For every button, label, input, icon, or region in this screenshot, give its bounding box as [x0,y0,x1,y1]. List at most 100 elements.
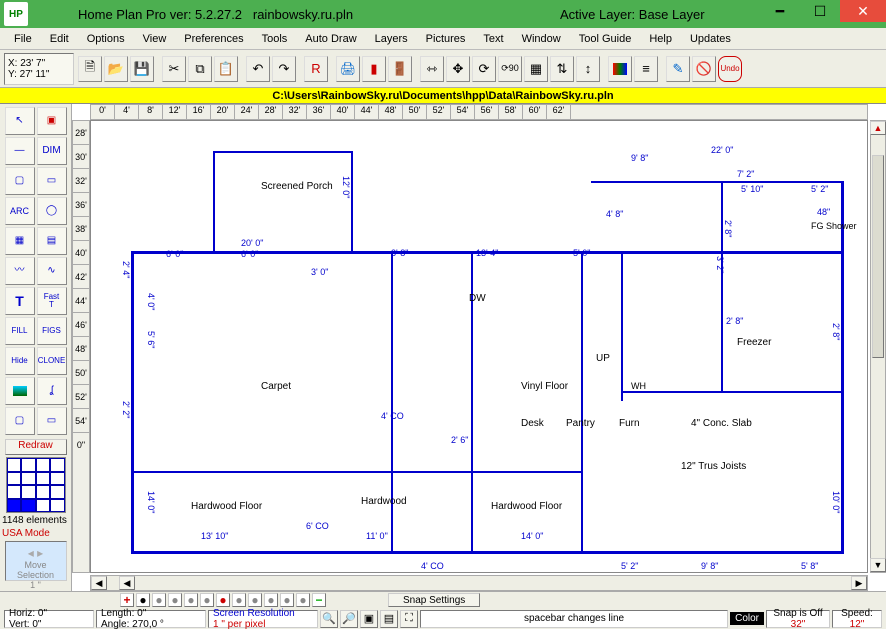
rotate-button[interactable]: ⟳ [472,56,496,82]
snap-settings-button[interactable]: Snap Settings [388,593,480,607]
grid1-tool[interactable]: ▦ [5,227,35,255]
color-bars-button[interactable] [608,56,632,82]
room-vinyl: Vinyl Floor [521,381,568,392]
ruler-horizontal[interactable]: 0'4'8'12'16'20'24'28'32'36'40'44'48'50'5… [90,104,868,120]
menu-layers[interactable]: Layers [367,31,416,47]
rect-solid-tool[interactable]: ▢ [5,167,35,195]
fill-tool[interactable]: FILL [5,317,35,345]
menu-edit[interactable]: Edit [42,31,77,47]
scroll-left-button[interactable]: ◀ [91,576,107,590]
rect4-tool[interactable]: ▭ [37,407,67,435]
layer-10[interactable]: ● [280,593,294,607]
door-button[interactable]: 🚪 [388,56,412,82]
layer-5[interactable]: ● [200,593,214,607]
pointer-tool[interactable]: ↖ [5,107,35,135]
clip-tool[interactable]: ∿ [37,257,67,285]
align-button[interactable]: ⇅ [550,56,574,82]
menu-preferences[interactable]: Preferences [176,31,251,47]
rect-outline-tool[interactable]: ▭ [37,167,67,195]
layer-6[interactable]: ● [216,593,230,607]
scroll-down-button[interactable]: ▼ [870,558,886,572]
paste-button[interactable]: 📋 [214,56,238,82]
copy-button[interactable]: ⧉ [188,56,212,82]
text-tool[interactable]: T [5,287,35,315]
cut-button[interactable]: ✂ [162,56,186,82]
undo-button[interactable]: ↶ [246,56,270,82]
speed-status[interactable]: Speed:12" [832,610,882,628]
hide-tool[interactable]: Hide [5,347,35,375]
scroll-up-button[interactable]: ▲ [870,121,886,135]
circle-tool[interactable]: ◯ [37,197,67,225]
grid2-tool[interactable]: ▤ [37,227,67,255]
brush-button[interactable]: ✎ [666,56,690,82]
move-selection-button[interactable]: ◂ ▸ Move Selection 1 " [5,541,67,581]
mirror-h-button[interactable]: ⇿ [420,56,444,82]
layer-7[interactable]: ● [232,593,246,607]
zoom-extents-button[interactable]: ⛶ [400,610,418,628]
layer-minus[interactable]: − [312,593,326,607]
new-file-button[interactable]: 🗎 [78,56,102,82]
layer-9[interactable]: ● [264,593,278,607]
save-file-button[interactable]: 💾 [130,56,154,82]
print-button[interactable]: 🖨 [336,56,360,82]
menu-help[interactable]: Help [641,31,680,47]
line-tool[interactable]: — [5,137,35,165]
layer-plus[interactable]: + [120,593,134,607]
snap-status[interactable]: Snap is Off32" [766,610,830,628]
menu-file[interactable]: File [6,31,40,47]
menu-options[interactable]: Options [79,31,133,47]
menu-window[interactable]: Window [514,31,569,47]
redo-button[interactable]: ↷ [272,56,296,82]
zoom-fit-button[interactable]: ▣ [360,610,378,628]
rotate-90-button[interactable]: ⟳90 [498,56,522,82]
figs-tool[interactable]: FIGS [37,317,67,345]
list-button[interactable]: ≡ [634,56,658,82]
curve-tool[interactable]: 〰 [5,257,35,285]
move-button[interactable]: ✥ [446,56,470,82]
layer-2[interactable]: ● [152,593,166,607]
clipboard-r-button[interactable]: R [304,56,328,82]
floorplan-canvas[interactable]: Screened Porch Carpet Vinyl Floor Desk P… [90,120,868,573]
rect3-tool[interactable]: ▢ [5,407,35,435]
mirror-v-button[interactable]: ↕ [576,56,600,82]
layers-red-button[interactable]: ▮ [362,56,386,82]
dim-tool[interactable]: DIM [37,137,67,165]
hatch-pattern-grid[interactable] [6,457,66,513]
freehand-tool[interactable]: ʆ [37,377,67,405]
layer-8[interactable]: ● [248,593,262,607]
scroll-right-button[interactable]: ▶ [851,576,867,590]
open-file-button[interactable]: 📂 [104,56,128,82]
undo-badge-button[interactable]: Undo [718,56,742,82]
menu-text[interactable]: Text [475,31,511,47]
menu-updates[interactable]: Updates [682,31,739,47]
select-rect-tool[interactable]: ▣ [37,107,67,135]
menu-tools[interactable]: Tools [254,31,296,47]
menu-toolguide[interactable]: Tool Guide [571,31,640,47]
scroll-left2-button[interactable]: ◀ [119,576,135,590]
clone-tool[interactable]: CLONE [37,347,67,375]
maximize-button[interactable]: ☐ [800,0,840,22]
menu-autodraw[interactable]: Auto Draw [297,31,364,47]
minimize-button[interactable]: ━ [760,0,800,22]
layer-3[interactable]: ● [168,593,182,607]
gradient-tool[interactable] [5,377,35,405]
color-button[interactable]: Color [730,612,764,625]
no-entry-button[interactable]: 🚫 [692,56,716,82]
fast-t-tool[interactable]: FastT [37,287,67,315]
layer-4[interactable]: ● [184,593,198,607]
menu-view[interactable]: View [135,31,175,47]
scrollbar-horizontal[interactable]: ◀ ◀ ▶ [90,575,868,591]
zoom-in-button[interactable]: 🔍 [320,610,338,628]
ruler-vertical[interactable]: 28'30'32'36'38'40'42'44'46'48'50'52'54' … [72,120,90,573]
zoom-out-button[interactable]: 🔎 [340,610,358,628]
layer-11[interactable]: ● [296,593,310,607]
layer-1[interactable]: ● [136,593,150,607]
close-button[interactable]: ✕ [840,0,886,22]
active-layer-label: Active Layer: Base Layer [560,7,705,22]
redraw-button[interactable]: Redraw [5,439,67,455]
snap-toggle-button[interactable]: ▦ [524,56,548,82]
menu-pictures[interactable]: Pictures [418,31,474,47]
scrollbar-vertical[interactable]: ▲ ▼ [870,120,886,573]
arc-tool[interactable]: ARC [5,197,35,225]
zoom-window-button[interactable]: ▤ [380,610,398,628]
